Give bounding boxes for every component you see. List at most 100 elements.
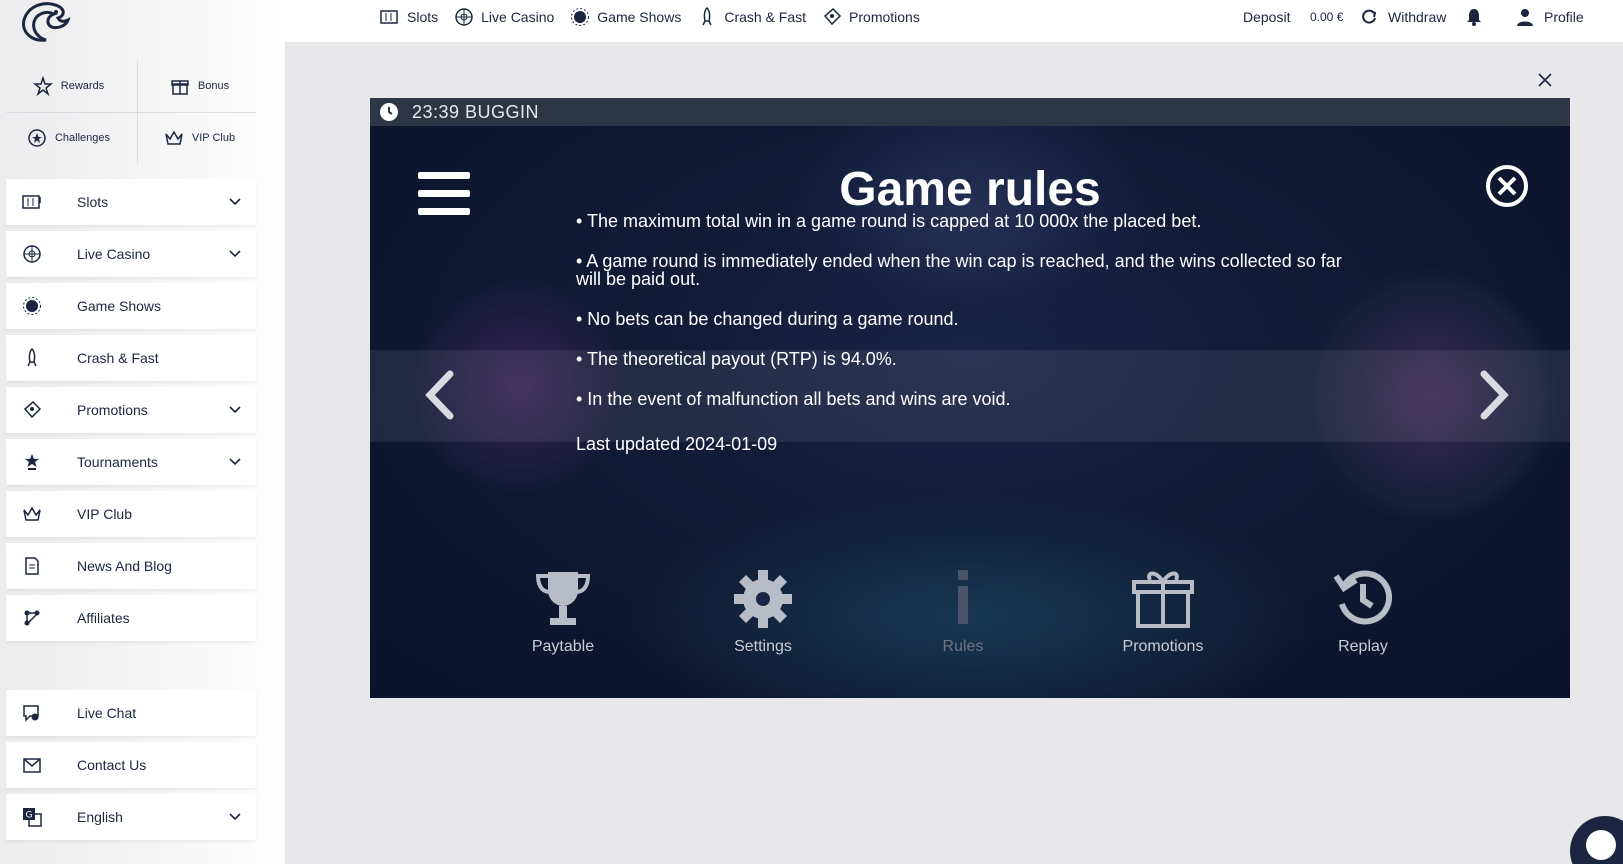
game-window: 23:39 BUGGIN Game rules • The maximum to…: [370, 98, 1570, 698]
quick-link-label: Challenges: [54, 132, 111, 144]
sidebar-item-slots[interactable]: Slots: [6, 179, 256, 225]
sidebar-item-label: Game Shows: [77, 298, 162, 314]
rule-item: • The maximum total win in a game round …: [576, 211, 1202, 231]
chat-bubble-icon: [1586, 830, 1616, 860]
quick-link-label: Rewards: [60, 80, 105, 92]
chevron-down-icon: [229, 458, 241, 466]
top-nav-label: Slots: [407, 9, 439, 25]
top-nav-label: Live Casino: [481, 9, 555, 25]
game-scene: Game rules • The maximum total win in a …: [370, 126, 1570, 698]
top-nav: Slots Live Casino Game Shows Crash & Fas…: [380, 0, 920, 34]
quick-link-vip-club[interactable]: VIP Club: [137, 112, 262, 164]
game-window-title: 23:39 BUGGIN: [412, 101, 540, 122]
sidebar-item-promotions[interactable]: Promotions: [6, 387, 256, 433]
top-nav-slots[interactable]: Slots: [380, 7, 438, 27]
quick-link-label: VIP Club: [191, 132, 236, 144]
sidebar-item-tournaments[interactable]: Tournaments: [6, 439, 256, 485]
svg-text:G: G: [26, 811, 33, 821]
sidebar-item-label: Crash & Fast: [77, 350, 159, 366]
sidebar-item-label: Slots: [77, 194, 109, 210]
close-circle-icon[interactable]: [1485, 164, 1529, 208]
menu-replay[interactable]: Replay: [1303, 566, 1423, 666]
bell-icon[interactable]: [1465, 7, 1483, 27]
top-nav-promotions[interactable]: Promotions: [822, 7, 920, 27]
sidebar-item-label: Live Chat: [77, 705, 137, 721]
sidebar-item-contact-us[interactable]: Contact Us: [6, 742, 256, 788]
account-controls: Deposit 0.00 € Withdraw Profile: [1243, 0, 1623, 34]
rules-title: Game rules: [839, 163, 1101, 216]
menu-label: Settings: [734, 638, 792, 655]
top-nav-label: Game Shows: [597, 9, 682, 25]
sidebar-item-label: Promotions: [77, 402, 148, 418]
balance-display: 0.00 €: [1310, 10, 1344, 24]
refresh-icon[interactable]: [1360, 8, 1378, 26]
roulette-icon: [455, 8, 473, 26]
rules-text: • The maximum total win in a game round …: [576, 212, 1356, 430]
top-bar: Slots Live Casino Game Shows Crash & Fas…: [285, 0, 1623, 42]
roulette-icon: [23, 245, 41, 263]
withdraw-button[interactable]: Withdraw: [1388, 0, 1446, 34]
sidebar-item-vip-club[interactable]: VIP Club: [6, 491, 256, 537]
menu-label: Paytable: [531, 638, 595, 655]
sidebar-nav: Slots Live Casino Game Shows Crash & Fas…: [6, 179, 256, 647]
sidebar-item-game-shows[interactable]: Game Shows: [6, 283, 256, 329]
live-chat-button[interactable]: [1570, 816, 1623, 864]
game-title-bar: 23:39 BUGGIN: [370, 98, 1570, 126]
chevron-down-icon: [229, 406, 241, 414]
quick-link-challenges[interactable]: Challenges: [6, 112, 131, 164]
sidebar-item-label: Tournaments: [77, 454, 158, 470]
star-badge-icon: [32, 76, 53, 96]
document-icon: [25, 557, 39, 575]
gift-icon: [171, 80, 189, 95]
slot-machine-icon: [22, 195, 41, 209]
rocket-icon: [27, 348, 37, 367]
sidebar-item-live-casino[interactable]: Live Casino: [6, 231, 256, 277]
trophy-star-icon: [25, 454, 39, 470]
sidebar-item-news-and-blog[interactable]: News And Blog: [6, 543, 256, 589]
profile-button[interactable]: Profile: [1544, 0, 1584, 34]
trophy-icon: [535, 572, 591, 625]
crown-icon: [23, 506, 41, 521]
chat-icon: [23, 705, 39, 722]
chevron-down-icon: [229, 813, 241, 821]
slot-machine-icon: [380, 10, 398, 24]
close-icon[interactable]: [1536, 71, 1554, 89]
arrow-right-icon[interactable]: [1474, 370, 1514, 420]
chevron-down-icon: [229, 250, 241, 258]
gear-icon: [734, 570, 792, 628]
last-updated: Last updated 2024-01-09: [576, 434, 778, 454]
deposit-button[interactable]: Deposit: [1243, 0, 1290, 34]
top-nav-label: Promotions: [849, 9, 920, 25]
chevron-down-icon: [229, 198, 241, 206]
user-icon[interactable]: [1516, 8, 1534, 26]
sidebar-item-live-chat[interactable]: Live Chat: [6, 690, 256, 736]
spinner-wheel-icon: [23, 297, 41, 315]
menu-label: Promotions: [1122, 638, 1204, 655]
gift-icon: [1132, 571, 1194, 628]
top-nav-game-shows[interactable]: Game Shows: [570, 7, 681, 27]
clock-icon: [380, 103, 398, 121]
menu-settings[interactable]: Settings: [703, 566, 823, 666]
top-nav-crash-fast[interactable]: Crash & Fast: [697, 7, 806, 27]
sidebar-bottom-nav: Live Chat Contact Us G English: [6, 690, 256, 846]
ticket-icon: [823, 7, 842, 26]
sidebar-item-affiliates[interactable]: Affiliates: [6, 595, 256, 641]
menu-paytable[interactable]: Paytable: [503, 566, 623, 666]
spinner-wheel-icon: [571, 8, 590, 26]
top-nav-label: Crash & Fast: [724, 9, 807, 25]
arrow-left-icon[interactable]: [420, 370, 460, 420]
quick-link-rewards[interactable]: Rewards: [6, 60, 131, 112]
mail-icon: [23, 758, 41, 773]
eagle-logo-icon[interactable]: [18, 0, 74, 44]
replay-clock-icon: [1333, 570, 1393, 625]
menu-promotions[interactable]: Promotions: [1103, 566, 1223, 666]
menu-label: Replay: [1338, 638, 1388, 655]
sidebar-item-crash-fast[interactable]: Crash & Fast: [6, 335, 256, 381]
menu-rules[interactable]: Rules: [903, 566, 1023, 666]
sidebar-item-english[interactable]: G English: [6, 794, 256, 840]
sidebar-item-label: News And Blog: [77, 558, 172, 574]
quick-link-bonus[interactable]: Bonus: [137, 60, 262, 112]
sidebar-item-label: Affiliates: [77, 610, 130, 626]
ticket-icon: [23, 400, 42, 419]
top-nav-live-casino[interactable]: Live Casino: [454, 7, 554, 27]
